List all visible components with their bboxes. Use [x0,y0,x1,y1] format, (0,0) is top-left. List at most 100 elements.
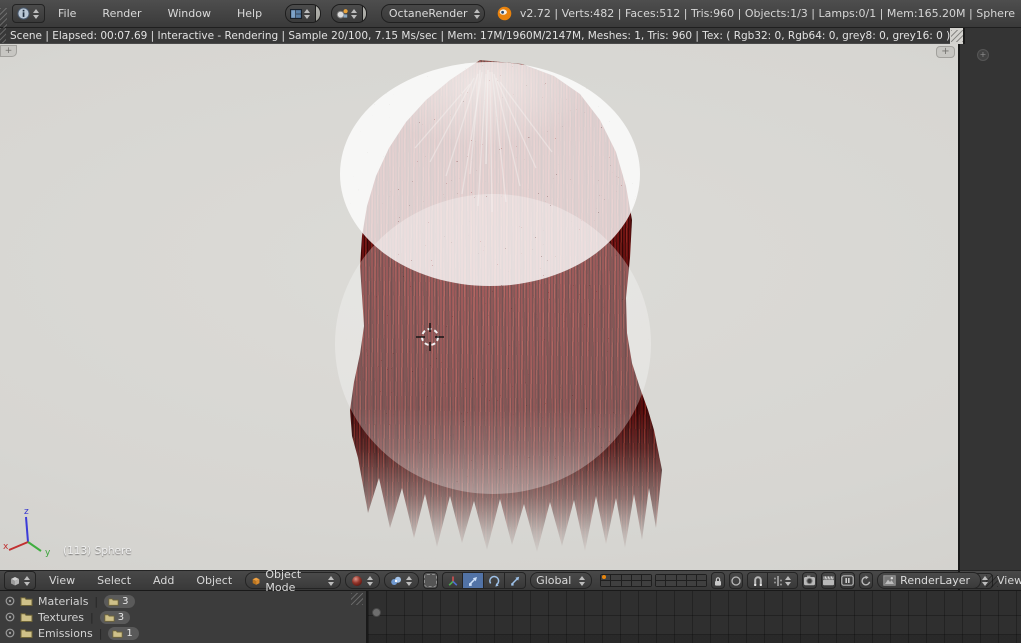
menu-view[interactable]: View [40,574,84,587]
menu-file[interactable]: File [45,7,89,20]
scene-widget: Scene + ✕ [330,4,367,23]
axis-gizmo: z x y [3,507,51,558]
corner-resize-handle[interactable] [0,28,6,43]
proportional-circle-icon [731,575,741,586]
right-region-top [962,28,1021,44]
menu-window[interactable]: Window [155,7,224,20]
bottom-region: Materials | 3 Textures | 3 Emissions | 1 [0,590,1021,643]
visibility-dot-icon[interactable] [5,628,15,638]
menu-render[interactable]: Render [89,7,154,20]
view3d-viewport[interactable]: z x y (113) Sphere + + [0,44,958,570]
scene-browse-button[interactable] [331,5,362,22]
list-item-label: Emissions [38,626,93,640]
expand-region-button[interactable]: + [977,49,989,61]
properties-expand-tab[interactable]: + [936,46,955,58]
list-item[interactable]: Emissions | 1 [0,625,366,641]
snap-group [747,572,799,589]
count-badge[interactable]: 3 [104,594,135,608]
view3d-editor-icon [11,576,19,585]
render-animation-button[interactable] [821,572,837,589]
active-object-info: (113) Sphere [63,545,132,557]
list-item-label: Materials [38,594,89,608]
screen-layout-name-field[interactable]: Default.001 [315,5,320,22]
folder-icon [20,613,33,622]
octane-node-panel: Materials | 3 Textures | 3 Emissions | 1 [0,591,368,643]
chevron-updown-icon [367,575,374,586]
menu-object[interactable]: Object [187,574,241,587]
count-value: 3 [117,611,125,623]
rotate-arc-icon [489,575,500,587]
scene-name-field[interactable]: Scene [361,5,366,22]
middle-region: z x y (113) Sphere + + View Select Add O… [0,44,1021,594]
info-icon [17,7,30,20]
list-item-label: Textures [38,610,84,624]
screen-layout-widget: Default.001 + ✕ [285,4,321,23]
editor-type-selector[interactable] [4,571,36,590]
menu-help[interactable]: Help [224,7,275,20]
pause-icon [841,575,854,586]
axis-z-label: z [24,507,29,517]
chevron-updown-icon [785,575,792,586]
rendered-hair-object[interactable] [350,60,662,552]
editor-type-selector[interactable] [12,4,45,23]
blender-logo-icon [497,6,512,21]
snap-element-select[interactable] [768,572,799,589]
translate-manipulator-button[interactable] [463,572,485,589]
right-editor-body[interactable]: + [960,44,1021,570]
chevron-updown-icon [33,8,40,19]
pivot-center-select[interactable] [384,572,420,589]
viewport-shading-select[interactable] [345,572,381,589]
axis-tripod-button[interactable] [442,572,464,589]
lock-to-scene-button[interactable] [711,572,726,589]
folder-icon [20,597,33,606]
scale-manipulator-button[interactable] [505,572,527,589]
corner-resize-handle[interactable] [0,8,7,28]
folder-icon [108,597,119,606]
camera-icon [804,575,816,586]
count-badge[interactable]: 1 [108,626,139,640]
menu-select[interactable]: Select [88,574,140,587]
pause-render-button[interactable] [840,572,856,589]
list-item[interactable]: Textures | 3 [0,609,366,625]
render-layer-select[interactable]: RenderLayer [877,572,982,589]
rotate-manipulator-button[interactable] [484,572,506,589]
render-status-text: Scene | Elapsed: 00:07.69 | Interactive … [10,29,950,42]
count-value: 1 [126,627,133,639]
render-opengl-button[interactable] [802,572,818,589]
visibility-dot-icon[interactable] [5,612,15,622]
render-status-bar: Scene | Elapsed: 00:07.69 | Interactive … [0,28,950,44]
restart-render-button[interactable] [859,572,874,589]
folder-icon [104,613,115,622]
chevron-updown-icon [473,8,481,19]
screen-layout-browse-button[interactable] [286,5,316,22]
list-item[interactable]: Materials | 3 [0,593,366,609]
render-layer-label: RenderLayer [900,574,971,587]
pivot-icon [391,576,402,585]
manipulator-toggle[interactable] [423,572,439,589]
scale-arrow-icon [511,576,520,586]
proportional-edit-button[interactable] [729,572,744,589]
info-header: File Render Window Help Default.001 + ✕ [0,0,1021,28]
visibility-dot-icon[interactable] [5,596,15,606]
layer-grid-right[interactable] [655,574,708,587]
corner-resize-handle[interactable] [351,593,363,605]
layer-selector [600,574,708,587]
render-engine-select[interactable]: OctaneRender [380,4,485,23]
transform-orientation-select[interactable]: Global [530,572,593,589]
magnet-icon [753,575,762,586]
mode-select[interactable]: Object Mode [245,568,342,594]
timeline-region[interactable] [368,591,1021,643]
orientation-label: Global [536,574,572,587]
clapperboard-icon [823,576,835,586]
expand-region-button[interactable] [372,608,381,617]
count-badge[interactable]: 3 [99,610,131,624]
axis-tripod-icon [448,576,458,586]
corner-resize-handle[interactable] [950,30,963,42]
toolshelf-expand-tab[interactable]: + [0,45,17,57]
axis-x-label: x [3,542,9,552]
menu-add[interactable]: Add [144,574,183,587]
snap-toggle-button[interactable] [747,572,769,589]
menu-view[interactable]: View [997,574,1021,587]
lock-icon [715,576,722,586]
layer-grid-left[interactable] [600,574,653,587]
